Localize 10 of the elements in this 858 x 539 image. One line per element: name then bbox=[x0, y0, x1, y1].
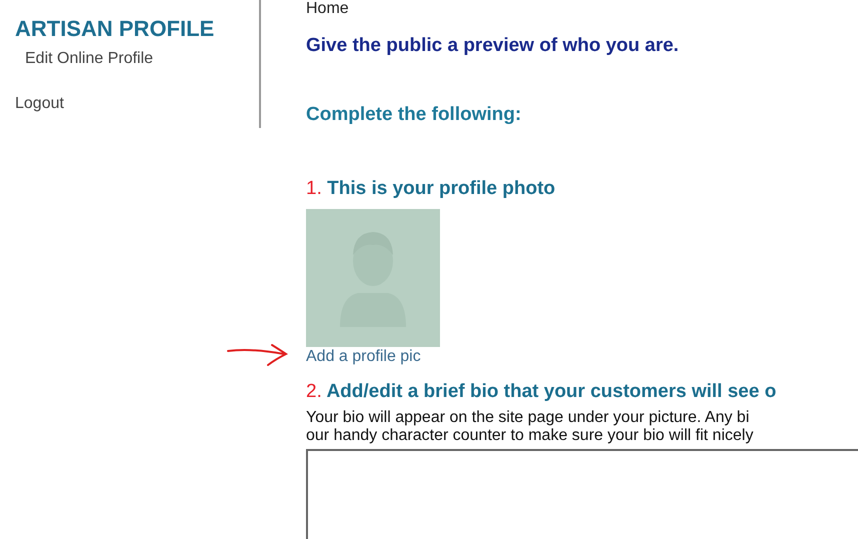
sidebar-link[interactable]: Logout bbox=[15, 95, 259, 113]
section-heading: 1. This is your profile photo bbox=[306, 178, 556, 200]
instructions-heading: Complete the following: bbox=[306, 104, 522, 126]
bio-description: Your bio will appear on the site page under your picture. Any bi our handy character counter to make sure your bio will fit nicely bbox=[306, 409, 754, 445]
sidebar-title: ARTISAN PROFILE bbox=[15, 17, 216, 41]
add-photo-link[interactable]: Add a profile pic bbox=[306, 348, 421, 365]
page-heading: Give the public a preview of who you are. bbox=[306, 35, 680, 57]
section-heading: 2. Add/edit a brief bio that your customers will see o bbox=[306, 381, 778, 403]
breadcrumb-link[interactable]: Home bbox=[306, 0, 858, 18]
sidebar-link[interactable]: Edit Online Profile bbox=[25, 50, 259, 68]
